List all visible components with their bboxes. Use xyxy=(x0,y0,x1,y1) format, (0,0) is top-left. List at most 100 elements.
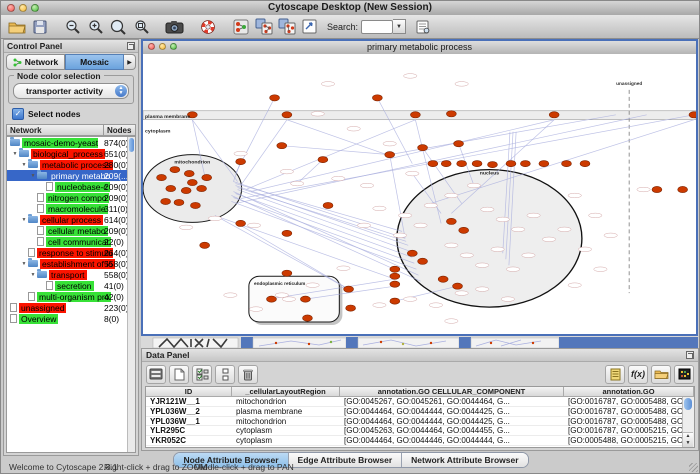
network-node-small[interactable] xyxy=(311,111,324,116)
network-node[interactable] xyxy=(385,152,395,158)
network-node-small[interactable] xyxy=(398,213,411,218)
network-node-small[interactable] xyxy=(383,141,396,146)
network-node-small[interactable] xyxy=(291,181,304,186)
network-node[interactable] xyxy=(580,161,590,167)
column-header[interactable]: annotation.GO CELLULAR_COMPONENT xyxy=(340,387,564,397)
network-node[interactable] xyxy=(270,95,280,101)
network-node-small[interactable] xyxy=(337,266,350,271)
network-node[interactable] xyxy=(520,161,530,167)
network-node[interactable] xyxy=(390,266,400,272)
network-node-small[interactable] xyxy=(393,233,406,238)
network-node[interactable] xyxy=(441,161,451,167)
tree-row[interactable]: response to stimulu264(0) xyxy=(7,247,135,258)
network-node[interactable] xyxy=(282,112,292,118)
tree-row[interactable]: ▼cellular process614(0) xyxy=(7,214,135,225)
tab-network[interactable]: Network xyxy=(6,54,65,70)
tree-row[interactable]: secretion41(0) xyxy=(7,280,135,291)
network-node-small[interactable] xyxy=(594,267,607,272)
table-row[interactable]: YPL036W__1mitochondrion[GO:0044464, GO:0… xyxy=(146,417,694,427)
annotation-icon[interactable] xyxy=(298,16,321,37)
zoom-in-icon[interactable] xyxy=(84,16,107,37)
network-node-small[interactable] xyxy=(511,227,524,232)
network-node-small[interactable] xyxy=(360,183,373,188)
network-overview-icon[interactable] xyxy=(229,16,252,37)
tree-row[interactable]: ▼establishment of lo558(0) xyxy=(7,258,135,269)
network-node[interactable] xyxy=(157,174,167,180)
tree-header-nodes[interactable]: Nodes xyxy=(103,124,136,136)
create-network-view-icon[interactable] xyxy=(252,16,275,37)
node-color-dropdown[interactable]: transporter activity ▲▼ xyxy=(13,83,129,99)
network-node[interactable] xyxy=(457,161,467,167)
network-node[interactable] xyxy=(438,276,448,282)
tab-mosaic[interactable]: Mosaic xyxy=(65,54,124,70)
network-node-small[interactable] xyxy=(332,176,345,181)
table-row[interactable]: YLR295Ccytoplasm[GO:0045263, GO:0044464,… xyxy=(146,426,694,436)
network-node[interactable] xyxy=(652,186,662,192)
network-node[interactable] xyxy=(418,258,428,264)
network-node[interactable] xyxy=(282,230,292,236)
network-node[interactable] xyxy=(689,112,696,118)
network-node-small[interactable] xyxy=(179,225,192,230)
table-row[interactable]: YDR039C__1mitochondrion[GO:0044464, GO:0… xyxy=(146,446,694,447)
network-node[interactable] xyxy=(161,198,171,204)
network-node[interactable] xyxy=(181,187,191,193)
network-node-small[interactable] xyxy=(506,267,519,272)
network-node-small[interactable] xyxy=(347,126,360,131)
network-node-small[interactable] xyxy=(445,243,458,248)
search-dropdown-arrow[interactable]: ▼ xyxy=(393,19,406,34)
network-node[interactable] xyxy=(267,296,277,302)
formula-builder-icon[interactable]: f(x) xyxy=(628,365,648,384)
network-node[interactable] xyxy=(344,286,354,292)
network-node-small[interactable] xyxy=(406,171,419,176)
select-nodes-checkbox[interactable]: ✓ xyxy=(12,108,24,120)
network-node[interactable] xyxy=(506,161,516,167)
expander-icon[interactable]: ▼ xyxy=(29,173,37,179)
network-node[interactable] xyxy=(678,186,688,192)
tree-row[interactable]: cell communicat22(0) xyxy=(7,236,135,247)
network-node[interactable] xyxy=(197,185,207,191)
network-node[interactable] xyxy=(390,298,400,304)
network-node[interactable] xyxy=(472,161,482,167)
new-attribute-icon[interactable] xyxy=(169,365,189,384)
network-node-small[interactable] xyxy=(373,206,386,211)
network-canvas[interactable]: plasma membrane cytoplasm mitochondrion … xyxy=(143,54,696,334)
tree-row[interactable]: nucleobase-c209(0) xyxy=(7,181,135,192)
network-node-small[interactable] xyxy=(357,223,370,228)
network-node-small[interactable] xyxy=(455,291,468,296)
network-node-small[interactable] xyxy=(282,297,295,302)
expander-icon[interactable]: ▼ xyxy=(11,151,19,157)
attribute-list-icon[interactable] xyxy=(605,365,625,384)
network-node-small[interactable] xyxy=(491,247,504,252)
network-node-small[interactable] xyxy=(604,233,617,238)
snapshot-camera-icon[interactable] xyxy=(163,16,186,37)
tree-row[interactable]: mosaic-demo-yeast874(0) xyxy=(7,137,135,148)
network-node-small[interactable] xyxy=(481,207,494,212)
network-node[interactable] xyxy=(323,202,333,208)
column-header[interactable]: annotation.GO MOLECULAR_FUNCTION xyxy=(564,387,694,397)
table-row[interactable]: YJR121W__1mitochondrion[GO:0045267, GO:0… xyxy=(146,397,694,407)
resize-grip[interactable] xyxy=(689,463,698,472)
tree-row[interactable]: unassigned223(0) xyxy=(7,302,135,313)
network-node-small[interactable] xyxy=(404,74,417,79)
tree-scrollbar-thumb[interactable] xyxy=(129,138,134,152)
network-node[interactable] xyxy=(446,218,456,224)
network-node-small[interactable] xyxy=(542,237,555,242)
network-node[interactable] xyxy=(190,202,200,208)
tree-row[interactable]: ▼primary metabo209(... xyxy=(7,170,135,181)
network-node[interactable] xyxy=(303,315,313,321)
select-attributes-icon[interactable] xyxy=(146,365,166,384)
help-lifesaver-icon[interactable] xyxy=(196,16,219,37)
tree-row[interactable]: nitrogen compo209(0) xyxy=(7,192,135,203)
network-node[interactable] xyxy=(166,185,176,191)
table-row[interactable]: YPL036W__2plasma membrane[GO:0044464, GO… xyxy=(146,407,694,417)
destroy-network-view-icon[interactable] xyxy=(275,16,298,37)
delete-attribute-icon[interactable] xyxy=(238,365,258,384)
network-node-small[interactable] xyxy=(527,213,540,218)
network-node[interactable] xyxy=(459,227,469,233)
network-node-small[interactable] xyxy=(476,287,489,292)
network-node-small[interactable] xyxy=(568,193,581,198)
tree-header-network[interactable]: Network xyxy=(6,124,103,136)
network-node-small[interactable] xyxy=(568,283,581,288)
network-node-small[interactable] xyxy=(234,151,247,156)
network-node[interactable] xyxy=(200,242,210,248)
